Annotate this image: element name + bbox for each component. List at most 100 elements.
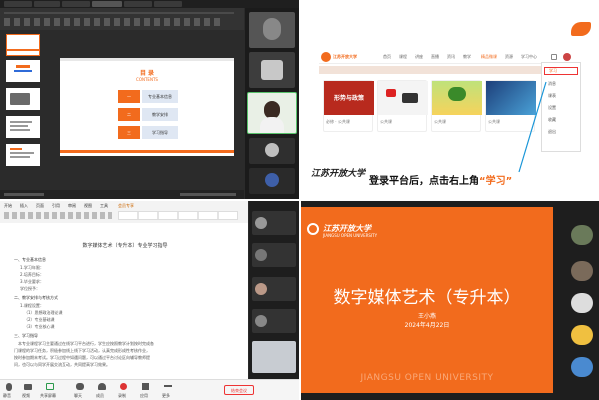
participant-video[interactable] bbox=[249, 168, 295, 194]
slide-main-title: 数字媒体艺术（专升本） bbox=[333, 288, 521, 308]
microphone-icon[interactable] bbox=[6, 383, 12, 391]
more-icon[interactable] bbox=[164, 385, 172, 387]
participant-video[interactable] bbox=[571, 325, 593, 345]
participant-video[interactable] bbox=[249, 12, 295, 48]
avatar bbox=[255, 283, 267, 295]
doc-ribbon: 开始 插入 页面 引用 审阅 视图 工具 会员专享 bbox=[0, 201, 248, 223]
slide-item-label: 专业基本信息 bbox=[142, 90, 178, 103]
members-icon[interactable] bbox=[98, 383, 106, 390]
control-label[interactable]: 共享屏幕 bbox=[40, 393, 56, 398]
participant-video[interactable] bbox=[252, 341, 296, 373]
participant-video[interactable] bbox=[571, 293, 593, 313]
ribbon-tab[interactable]: 审阅 bbox=[68, 203, 76, 208]
doc-line: （2）专业基础课 bbox=[24, 317, 55, 322]
end-meeting-button[interactable]: 结束会议 bbox=[224, 385, 254, 395]
control-label[interactable]: 静音 bbox=[3, 393, 11, 398]
participant-video[interactable] bbox=[571, 225, 593, 245]
avatar bbox=[255, 315, 267, 327]
doc-paragraph-line: 问，也可以与同学开展交流互动，共同提高学习效果。 bbox=[14, 362, 110, 367]
slide-thumbnail[interactable] bbox=[6, 88, 40, 110]
doc-paragraph-line: 门课程的学习任务，积极参加线上线下学习活动，认真完成形成性考核作业， bbox=[14, 348, 150, 353]
style-gallery bbox=[118, 211, 238, 220]
doc-line: 学位授予： bbox=[20, 286, 40, 291]
video-participant-column bbox=[245, 8, 299, 199]
window-tab[interactable] bbox=[34, 1, 60, 7]
window-tab[interactable] bbox=[62, 1, 90, 7]
slide-item-label: 教学安排 bbox=[142, 108, 178, 121]
participant-video[interactable] bbox=[571, 357, 593, 377]
slide-thumbnail[interactable] bbox=[6, 34, 40, 56]
doc-line: 1.课程设置： bbox=[20, 303, 44, 308]
ribbon-tab[interactable]: 页面 bbox=[36, 203, 44, 208]
apps-icon[interactable] bbox=[142, 383, 149, 390]
window-tab[interactable] bbox=[154, 1, 182, 7]
record-icon[interactable] bbox=[120, 383, 127, 390]
active-speaker-video[interactable] bbox=[247, 92, 297, 134]
slide-canvas[interactable]: 目 录 CONTENTS 一 专业基本信息 二 教学安排 三 学习指导 bbox=[60, 58, 234, 156]
meeting-control-bar: 静音 视频 共享屏幕 聊天 成员 录制 应用 更多 结束会议 bbox=[0, 379, 299, 400]
window-tab[interactable] bbox=[124, 1, 152, 7]
slide-title: 目 录 bbox=[139, 70, 155, 77]
control-label[interactable]: 成员 bbox=[96, 393, 104, 398]
doc-paragraph-line: 本专业课程学习主要通过在线学习平台进行，学生应按照教学计划按时完成各 bbox=[18, 341, 154, 346]
participant-column bbox=[555, 201, 599, 400]
presentation-slide[interactable]: 江苏开放大学 JIANGSU OPEN UNIVERSITY 数字媒体艺术（专升… bbox=[301, 207, 553, 393]
avatar bbox=[265, 173, 279, 187]
ribbon-tab[interactable]: 插入 bbox=[20, 203, 28, 208]
control-label[interactable]: 更多 bbox=[162, 393, 170, 398]
control-label[interactable]: 视频 bbox=[22, 393, 30, 398]
avatar bbox=[263, 18, 281, 40]
participant-video[interactable] bbox=[249, 138, 295, 164]
doc-heading: 二、教学安排与考核方式 bbox=[14, 295, 58, 300]
slide-logo-english: JIANGSU OPEN UNIVERSITY bbox=[323, 233, 378, 238]
control-label[interactable]: 聊天 bbox=[74, 393, 82, 398]
slide-thumbnail[interactable] bbox=[6, 116, 40, 138]
participant-list bbox=[249, 201, 299, 379]
slide-author: 王小燕 bbox=[417, 313, 436, 320]
participant-video[interactable] bbox=[252, 309, 296, 333]
slide-footer-text: JIANGSU OPEN UNIVERSITY bbox=[360, 373, 494, 383]
ribbon-tab[interactable]: 引用 bbox=[52, 203, 60, 208]
share-screen-icon[interactable] bbox=[46, 383, 54, 390]
slide-item-label: 学习指导 bbox=[142, 126, 178, 139]
avatar bbox=[265, 143, 279, 157]
ribbon-tab[interactable]: 视图 bbox=[84, 203, 92, 208]
participant-video[interactable] bbox=[252, 243, 296, 267]
slide-date: 2024年4月22日 bbox=[404, 322, 450, 329]
camera-icon[interactable] bbox=[24, 384, 32, 390]
participant-video[interactable] bbox=[571, 261, 593, 281]
slide-top-bar bbox=[60, 58, 234, 61]
ribbon-tab[interactable]: 工具 bbox=[100, 203, 108, 208]
document-page[interactable]: 数字媒体艺术（专升本）专业学习指导 一、专业基本信息 1.学习年限： 2.培养目… bbox=[0, 223, 248, 379]
avatar bbox=[261, 60, 283, 80]
participant-video[interactable] bbox=[252, 211, 296, 235]
grid-divider-horizontal bbox=[0, 199, 599, 201]
doc-line: 1.学习年限： bbox=[20, 265, 44, 270]
bottom-right-panel: 江苏开放大学 JIANGSU OPEN UNIVERSITY 数字媒体艺术（专升… bbox=[301, 201, 599, 400]
window-tab[interactable] bbox=[4, 1, 32, 7]
slide-thumbnail[interactable] bbox=[6, 60, 40, 82]
control-label[interactable]: 录制 bbox=[118, 393, 126, 398]
slide-item: 三 学习指导 bbox=[118, 126, 178, 139]
ribbon-tab[interactable]: 开始 bbox=[4, 203, 12, 208]
chat-icon[interactable] bbox=[76, 383, 84, 390]
participant-video[interactable] bbox=[252, 277, 296, 301]
slide-subtitle: CONTENTS bbox=[136, 77, 158, 82]
top-left-panel: 目 录 CONTENTS 一 专业基本信息 二 教学安排 三 学习指导 bbox=[0, 0, 299, 199]
instruction-highlight: “学习” bbox=[479, 176, 513, 187]
control-label[interactable]: 应用 bbox=[140, 393, 148, 398]
avatar bbox=[255, 217, 267, 229]
participant-video[interactable] bbox=[249, 52, 295, 88]
window-tab-bar bbox=[0, 0, 299, 8]
instruction-text: 登录平台后，点击右上角“学习” bbox=[369, 172, 512, 187]
slide-bottom-bar bbox=[60, 150, 234, 153]
doc-heading: 一、专业基本信息 bbox=[14, 257, 46, 262]
window-tab[interactable] bbox=[92, 1, 122, 7]
bottom-left-panel: 开始 插入 页面 引用 审阅 视图 工具 会员专享 数字媒体艺术（专升本）专业学… bbox=[0, 201, 299, 400]
slide-thumbnail[interactable] bbox=[6, 144, 40, 166]
ribbon-tab-member[interactable]: 会员专享 bbox=[118, 203, 134, 208]
slide-item-number: 三 bbox=[118, 126, 140, 139]
top-right-panel: 江苏开放大学 首页 课程 讲座 直播 资讯 教学 精品微课 资源 学习中心 形势… bbox=[301, 0, 599, 199]
doc-heading: 三、学习指导 bbox=[14, 333, 38, 338]
slide-thumbnail-list bbox=[0, 30, 42, 190]
